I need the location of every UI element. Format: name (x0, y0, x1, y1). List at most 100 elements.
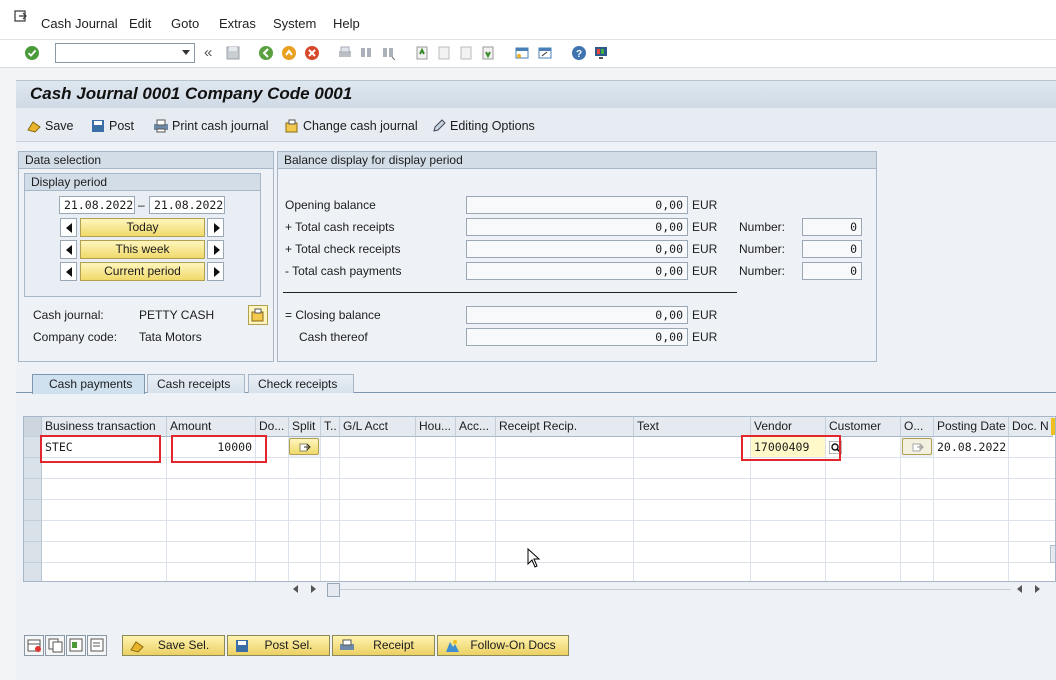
shortcut-icon[interactable] (537, 45, 553, 61)
today-next-button[interactable] (207, 218, 224, 237)
editing-options-button[interactable]: Editing Options (431, 118, 535, 134)
last-page-icon[interactable] (480, 45, 496, 61)
deselect-button[interactable] (87, 635, 107, 656)
col-tax[interactable]: T.. (321, 417, 340, 437)
week-prev-button[interactable] (60, 240, 77, 259)
find-icon[interactable] (358, 45, 374, 61)
col-document[interactable]: Do... (256, 417, 289, 437)
menu-extras[interactable]: Extras (219, 16, 256, 31)
select-all-cell[interactable] (24, 417, 42, 437)
post-button[interactable]: Post (90, 118, 134, 134)
row-selector[interactable] (24, 458, 42, 479)
row-selector[interactable] (24, 521, 42, 542)
back-icon[interactable] (258, 45, 274, 61)
standard-toolbar: « ? (0, 40, 1056, 68)
amount-cell[interactable]: 10000 (167, 437, 256, 458)
find-next-icon[interactable] (380, 45, 396, 61)
enter-check-icon[interactable] (24, 45, 40, 61)
save-button[interactable]: Save (26, 118, 74, 134)
business-transaction-cell[interactable]: STEC (42, 437, 167, 458)
col-vendor[interactable]: Vendor (751, 417, 826, 437)
tax-cell[interactable] (321, 437, 340, 458)
save-selection-button[interactable]: Save Sel. (122, 635, 225, 656)
col-receipt-recipient[interactable]: Receipt Recip. (496, 417, 634, 437)
exit-icon[interactable] (281, 45, 297, 61)
column-settings-icon[interactable] (1051, 418, 1055, 435)
date-to-input[interactable]: 21.08.2022 (149, 196, 225, 214)
col-doc-number[interactable]: Doc. N (1009, 417, 1053, 437)
command-field[interactable] (55, 43, 195, 63)
one-time-button[interactable] (902, 438, 932, 455)
today-button[interactable]: Today (80, 218, 205, 237)
today-prev-button[interactable] (60, 218, 77, 237)
scroll-left-icon[interactable] (293, 585, 298, 593)
posting-date-cell[interactable]: 20.08.2022 (934, 437, 1009, 458)
select-block-button[interactable] (66, 635, 86, 656)
first-page-icon[interactable] (414, 45, 430, 61)
delete-row-button[interactable] (24, 635, 44, 656)
menu-goto[interactable]: Goto (171, 16, 199, 31)
row-selector[interactable] (24, 437, 42, 458)
print-cash-journal-button[interactable]: Print cash journal (153, 118, 269, 134)
menu-help[interactable]: Help (333, 16, 360, 31)
text-cell[interactable] (634, 437, 751, 458)
col-split[interactable]: Split (289, 417, 321, 437)
col-house-bank[interactable]: Hou... (416, 417, 456, 437)
row-selector[interactable] (24, 563, 42, 581)
next-page-icon[interactable] (458, 45, 474, 61)
search-icon[interactable] (829, 441, 842, 454)
customize-layout-icon[interactable] (593, 45, 609, 61)
tab-cash-receipts[interactable]: Cash receipts (147, 374, 245, 393)
col-business-transaction[interactable]: Business transaction (42, 417, 167, 437)
row-selector[interactable] (24, 479, 42, 500)
col-account[interactable]: Acc... (456, 417, 496, 437)
app-menu-icon[interactable] (14, 10, 28, 24)
house-bank-cell[interactable] (416, 437, 456, 458)
follow-on-docs-button[interactable]: Follow-On Docs (437, 635, 569, 656)
current-period-button[interactable]: Current period (80, 262, 205, 281)
previous-page-icon[interactable] (436, 45, 452, 61)
document-cell[interactable] (256, 437, 289, 458)
tab-check-receipts[interactable]: Check receipts (248, 374, 354, 393)
scroll-end-left-icon[interactable] (1017, 585, 1022, 593)
gl-account-cell[interactable] (340, 437, 416, 458)
help-icon[interactable]: ? (571, 45, 587, 61)
receipt-recipient-cell[interactable] (496, 437, 634, 458)
period-next-button[interactable] (207, 262, 224, 281)
tab-cash-payments[interactable]: Cash payments (32, 374, 145, 394)
change-cash-journal-icon[interactable] (248, 305, 268, 325)
week-next-button[interactable] (207, 240, 224, 259)
col-posting-date[interactable]: Posting Date (934, 417, 1009, 437)
horizontal-scrollbar[interactable] (289, 582, 1055, 598)
this-week-button[interactable]: This week (80, 240, 205, 259)
create-session-icon[interactable] (514, 45, 530, 61)
menu-cash-journal[interactable]: Cash Journal (41, 16, 118, 31)
col-one-time[interactable]: O... (901, 417, 934, 437)
col-amount[interactable]: Amount (167, 417, 256, 437)
row-selector[interactable] (24, 542, 42, 563)
save-icon[interactable] (225, 45, 241, 61)
col-text[interactable]: Text (634, 417, 751, 437)
scroll-thumb[interactable] (327, 583, 340, 597)
account-cell[interactable] (456, 437, 496, 458)
receipt-button[interactable]: Receipt (332, 635, 435, 656)
row-selector[interactable] (24, 500, 42, 521)
scroll-right-icon[interactable] (311, 585, 316, 593)
date-from-input[interactable]: 21.08.2022 (59, 196, 135, 214)
scroll-end-right-icon[interactable] (1035, 585, 1040, 593)
copy-row-button[interactable] (45, 635, 65, 656)
period-prev-button[interactable] (60, 262, 77, 281)
col-customer[interactable]: Customer (826, 417, 901, 437)
collapse-icon[interactable]: « (204, 44, 212, 61)
split-button[interactable] (289, 438, 319, 455)
vendor-cell[interactable]: 17000409 (751, 437, 826, 458)
cancel-icon[interactable] (304, 45, 320, 61)
change-cash-journal-button[interactable]: Change cash journal (284, 118, 418, 134)
menu-edit[interactable]: Edit (129, 16, 151, 31)
chevron-down-icon[interactable] (182, 50, 190, 55)
menu-system[interactable]: System (273, 16, 316, 31)
post-selection-button[interactable]: Post Sel. (227, 635, 330, 656)
print-icon[interactable] (337, 45, 353, 61)
vertical-scroll-thumb[interactable] (1050, 545, 1055, 563)
col-gl-account[interactable]: G/L Acct (340, 417, 416, 437)
